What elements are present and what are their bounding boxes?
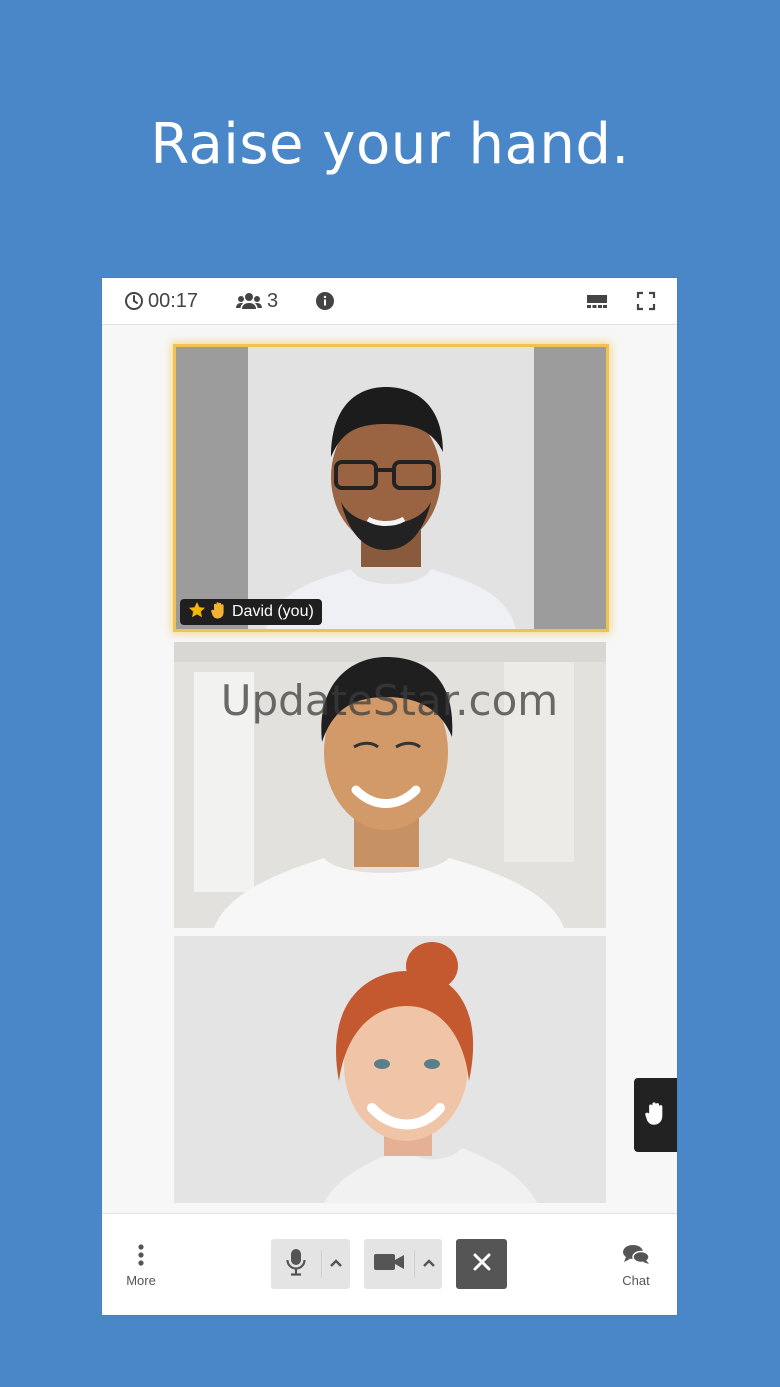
video-tile-self[interactable]: David (you) xyxy=(173,344,609,632)
more-button[interactable]: More xyxy=(111,1244,171,1288)
video-camera-icon xyxy=(373,1252,405,1277)
participants-button[interactable]: 3 xyxy=(236,288,278,314)
clock-icon xyxy=(124,291,144,311)
participant-count: 3 xyxy=(267,289,279,312)
camera-toggle[interactable] xyxy=(364,1252,414,1277)
participant-video xyxy=(174,936,606,1203)
call-timer: 00:17 xyxy=(124,288,198,314)
info-icon[interactable] xyxy=(315,288,335,314)
microphone-options[interactable] xyxy=(322,1255,350,1273)
participant-name-badge: David (you) xyxy=(180,599,322,625)
participant-name: David (you) xyxy=(232,603,314,620)
camera-control xyxy=(364,1239,442,1289)
star-icon xyxy=(188,601,206,624)
chat-button[interactable]: Chat xyxy=(606,1244,666,1288)
meeting-window: 00:17 3 David (you) UpdateStar.com More … xyxy=(102,278,677,1315)
video-tile[interactable] xyxy=(174,936,606,1203)
fullscreen-icon[interactable] xyxy=(636,288,656,314)
more-icon xyxy=(137,1244,145,1269)
people-icon xyxy=(236,292,262,310)
microphone-control xyxy=(271,1239,350,1289)
chevron-up-icon xyxy=(422,1255,436,1273)
raise-hand-icon xyxy=(644,1100,667,1131)
chat-label: Chat xyxy=(622,1273,650,1288)
more-label: More xyxy=(126,1273,156,1288)
chevron-up-icon xyxy=(329,1255,343,1273)
microphone-toggle[interactable] xyxy=(271,1248,321,1281)
hand-icon xyxy=(211,601,227,624)
close-icon xyxy=(473,1253,491,1276)
layout-icon[interactable] xyxy=(586,288,608,314)
bottom-toolbar: More Chat xyxy=(102,1213,677,1315)
chat-icon xyxy=(622,1245,650,1269)
raise-hand-button[interactable] xyxy=(634,1078,677,1152)
top-bar: 00:17 3 xyxy=(102,278,677,325)
leave-call-button[interactable] xyxy=(456,1239,507,1289)
camera-options[interactable] xyxy=(415,1255,442,1273)
participant-video xyxy=(176,347,606,629)
watermark: UpdateStar.com xyxy=(220,676,559,725)
microphone-icon xyxy=(286,1248,306,1281)
timer-value: 00:17 xyxy=(148,289,199,312)
headline: Raise your hand. xyxy=(150,112,630,177)
